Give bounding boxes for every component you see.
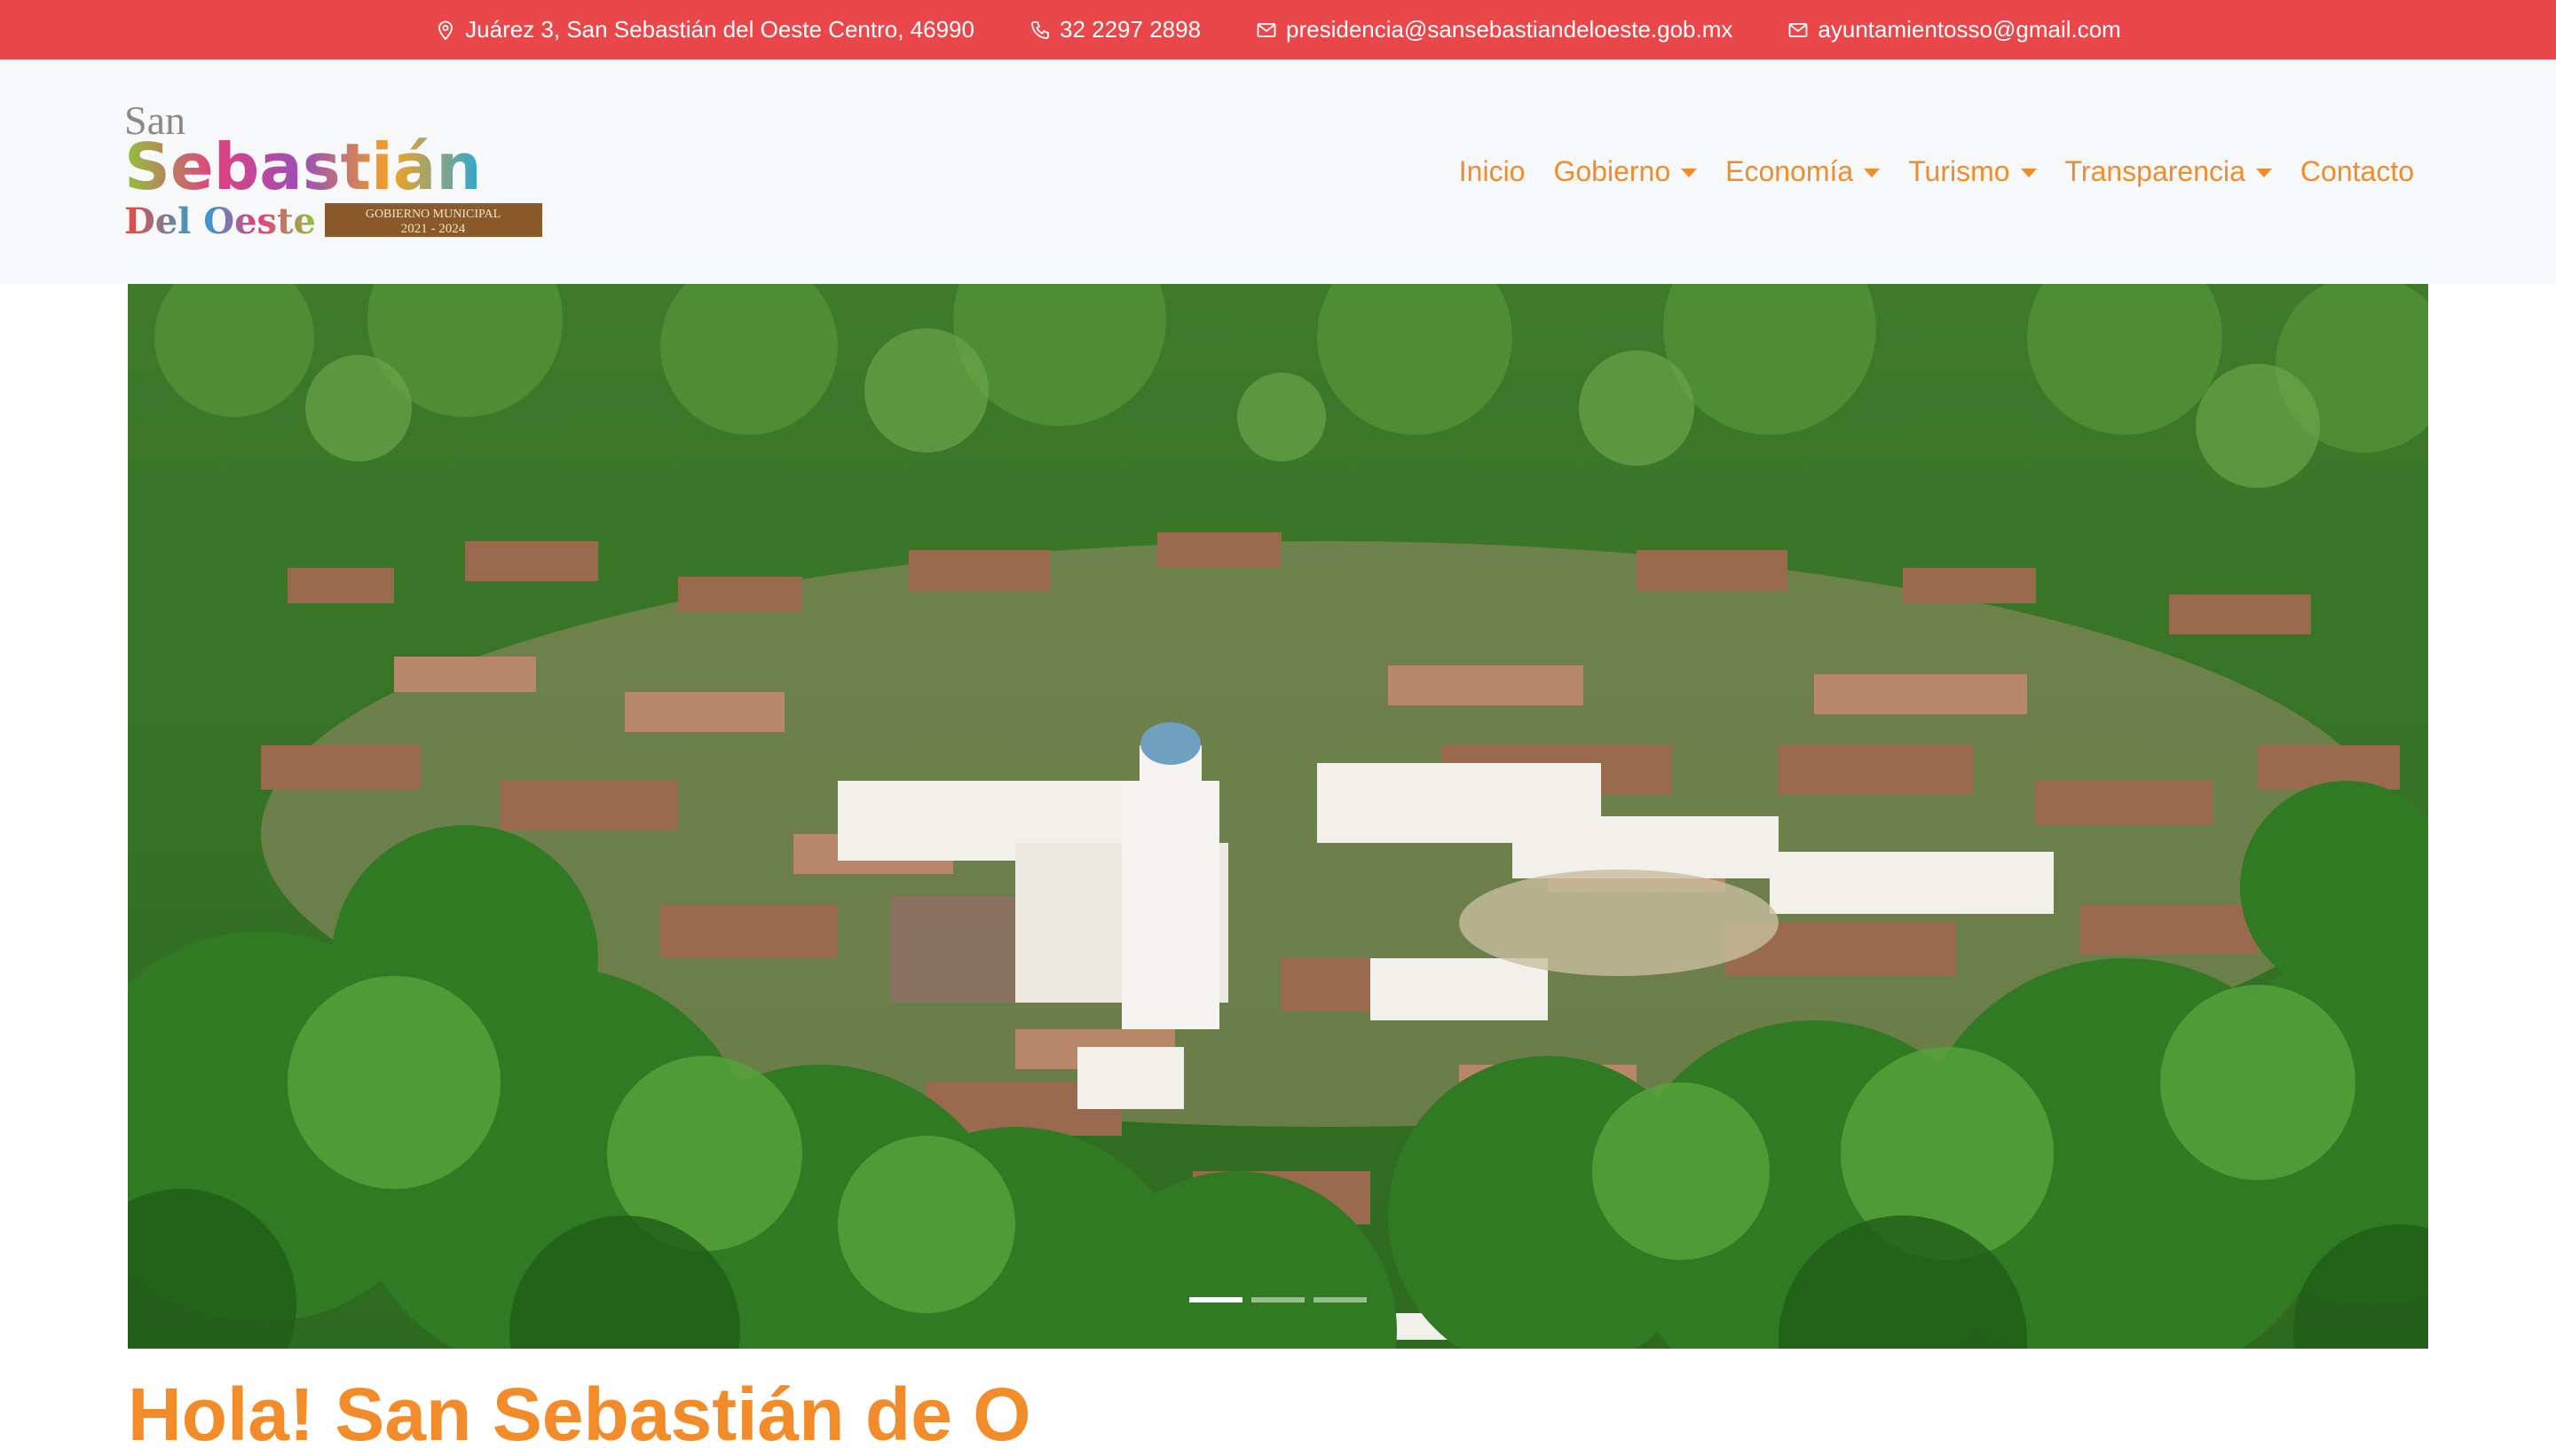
carousel-indicators [128, 1297, 2428, 1303]
nav-inicio[interactable]: Inicio [1459, 155, 1526, 188]
address-item: Juárez 3, San Sebastián del Oeste Centro… [435, 16, 974, 43]
nav-economia-dropdown[interactable]: Economía [1725, 155, 1881, 188]
location-pin-icon [435, 20, 456, 41]
nav-inicio-label: Inicio [1458, 155, 1526, 187]
main-nav: Inicio Gobierno Economía Turismo Transpa… [1431, 59, 2414, 284]
address-text: Juárez 3, San Sebastián del Oeste Centro… [465, 16, 974, 43]
top-contact-bar: Juárez 3, San Sebastián del Oeste Centro… [0, 0, 2556, 59]
nav-turismo-dropdown[interactable]: Turismo [1908, 155, 2037, 188]
nav-transparencia-label: Transparencia [2064, 155, 2245, 187]
envelope-icon [1256, 20, 1277, 41]
section-title: Hola! San Sebastián de O [128, 1373, 1031, 1456]
email-primary-item[interactable]: presidencia@sansebastiandeloeste.gob.mx [1256, 16, 1732, 43]
nav-contacto-label: Contacto [2300, 155, 2414, 187]
email-secondary-link[interactable]: ayuntamientosso@gmail.com [1818, 16, 2120, 43]
envelope-icon [1787, 20, 1809, 41]
phone-item[interactable]: 32 2297 2898 [1030, 16, 1201, 43]
carousel-indicator-1[interactable] [1189, 1297, 1242, 1303]
carousel-indicator-2[interactable] [1251, 1297, 1305, 1303]
nav-contacto[interactable]: Contacto [2300, 155, 2414, 188]
logo-text-sebastian: Sebastián [124, 130, 482, 204]
site-header: San Sebastián Del Oeste GOBIERNO MUNICIP… [0, 59, 2556, 284]
logo-badge-years: 2021 - 2024 [401, 222, 466, 236]
caret-down-icon [1864, 168, 1881, 177]
nav-economia-label: Economía [1725, 155, 1854, 187]
logo-text-del-oeste: Del Oeste [124, 201, 316, 242]
phone-link[interactable]: 32 2297 2898 [1060, 16, 1201, 43]
nav-gobierno-dropdown[interactable]: Gobierno [1553, 155, 1698, 188]
hero-carousel[interactable] [128, 284, 2428, 1349]
logo-badge-text: GOBIERNO MUNICIPAL [366, 208, 501, 221]
caret-down-icon [2255, 168, 2272, 177]
nav-transparencia-dropdown[interactable]: Transparencia [2065, 155, 2272, 188]
nav-gobierno-label: Gobierno [1553, 155, 1671, 187]
caret-down-icon [1681, 168, 1698, 177]
hero-image-town-aerial [128, 284, 2428, 1349]
nav-turismo-label: Turismo [1908, 155, 2010, 187]
site-logo[interactable]: San Sebastián Del Oeste GOBIERNO MUNICIP… [124, 98, 550, 242]
email-primary-link[interactable]: presidencia@sansebastiandeloeste.gob.mx [1286, 16, 1732, 43]
phone-icon [1030, 20, 1051, 41]
caret-down-icon [2020, 168, 2037, 177]
carousel-indicator-3[interactable] [1314, 1297, 1367, 1303]
email-secondary-item[interactable]: ayuntamientosso@gmail.com [1787, 16, 2121, 43]
